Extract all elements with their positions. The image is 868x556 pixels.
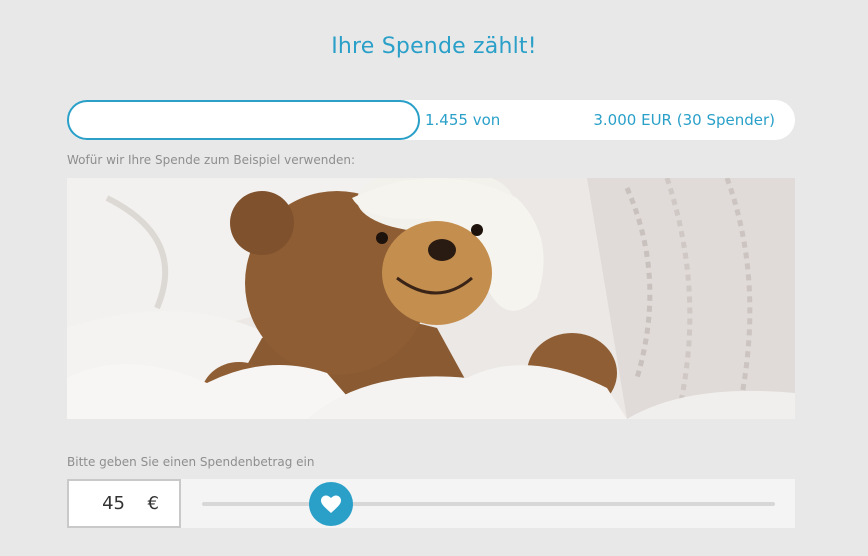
- example-caption: Wofür wir Ihre Spende zum Beispiel verwe…: [67, 153, 355, 167]
- teddy-bear-photo: [67, 178, 795, 419]
- amount-label: Bitte geben Sie einen Spendenbetrag ein: [67, 455, 315, 469]
- donation-amount-row: 45 €: [67, 479, 795, 528]
- progress-goal-text: 3.000 EUR (30 Spender): [593, 111, 775, 129]
- progress-fill: [67, 100, 421, 140]
- amount-input[interactable]: 45 €: [67, 479, 181, 528]
- amount-value[interactable]: 45: [102, 493, 125, 514]
- progress-raised-text: 1.455 von: [425, 111, 501, 129]
- heart-icon: [321, 495, 342, 513]
- amount-slider-handle[interactable]: [309, 482, 354, 526]
- currency-symbol: €: [147, 493, 159, 514]
- page-title: Ihre Spende zählt!: [331, 34, 537, 59]
- donation-progress-bar: 1.455 von 3.000 EUR (30 Spender): [67, 100, 795, 140]
- amount-slider-track[interactable]: [202, 502, 775, 506]
